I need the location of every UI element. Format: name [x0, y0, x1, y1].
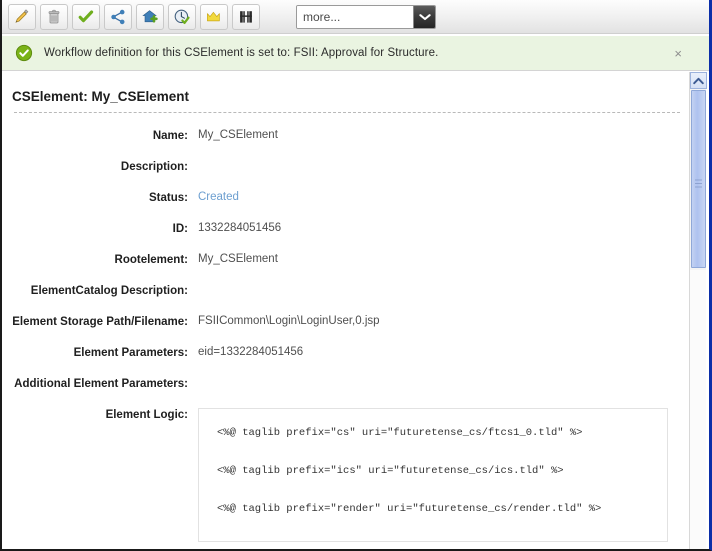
status-link[interactable]: Created [198, 191, 239, 203]
more-dropdown-value[interactable]: more... [297, 6, 413, 28]
schedule-publish-button[interactable] [168, 3, 196, 30]
code-line: <%@ taglib prefix="render" uri="futurete… [217, 503, 602, 515]
close-icon[interactable]: × [674, 47, 682, 61]
code-line: <%@ taglib prefix="cs" uri="futuretense_… [217, 427, 583, 439]
promote-button[interactable] [200, 3, 228, 30]
promote-icon [205, 8, 223, 26]
share-icon [109, 8, 127, 26]
field-row-rootelement: Rootelement: My_CSElement [2, 253, 692, 266]
field-row-element-parameters: Element Parameters: eid=1332284051456 [2, 346, 692, 359]
field-label: Status: [149, 192, 188, 204]
success-check-icon [15, 44, 33, 62]
content-panel: CSElement: My_CSElement Name: My_CSEleme… [2, 72, 692, 549]
field-label: Description: [120, 161, 188, 173]
delete-button[interactable] [40, 3, 68, 30]
element-logic-code-box[interactable]: <%@ taglib prefix="cs" uri="futuretense_… [198, 408, 668, 542]
field-row-description: Description: [2, 160, 692, 173]
edit-icon [13, 8, 31, 26]
more-dropdown[interactable]: more... [296, 5, 436, 29]
field-list: Name: My_CSElement Description: Status: … [2, 113, 692, 542]
scroll-up-icon[interactable] [690, 72, 707, 89]
application-window: more... Workflow definition for this CSE… [0, 0, 712, 551]
scroll-track[interactable] [690, 270, 706, 549]
field-row-additional-element-parameters: Additional Element Parameters: [2, 377, 692, 390]
chevron-down-icon[interactable] [413, 6, 435, 28]
field-label: Element Logic: [105, 409, 188, 421]
field-label: Element Storage Path/Filename: [12, 316, 188, 328]
field-label: Additional Element Parameters: [14, 378, 188, 390]
share-button[interactable] [104, 3, 132, 30]
edit-button[interactable] [8, 3, 36, 30]
toolbar: more... [2, 0, 709, 34]
scroll-thumb[interactable] [691, 90, 706, 268]
field-row-name: Name: My_CSElement [2, 129, 692, 142]
field-label: Name: [152, 130, 188, 142]
scroll-grip-icon [695, 175, 702, 187]
code-line: <%@ taglib prefix="ics" uri="futuretense… [217, 465, 564, 477]
field-value: My_CSElement [198, 253, 278, 265]
field-label: Rootelement: [114, 254, 188, 266]
field-value: eid=1332284051456 [198, 346, 304, 358]
add-to-site-icon [141, 8, 159, 26]
field-row-element-storage-path: Element Storage Path/Filename: FSIICommo… [2, 315, 692, 328]
field-row-status: Status: Created [2, 191, 692, 204]
field-row-elementcatalog-description: ElementCatalog Description: [2, 284, 692, 297]
vertical-scrollbar[interactable] [689, 72, 707, 549]
field-row-element-logic: Element Logic: <%@ taglib prefix="cs" ur… [2, 408, 692, 542]
field-value: FSIICommon\Login\LoginUser,0.jsp [198, 315, 380, 327]
preview-icon [237, 8, 255, 26]
field-value: 1332284051456 [198, 222, 282, 234]
notification-message: Workflow definition for this CSElement i… [44, 47, 439, 59]
add-to-site-button[interactable] [136, 3, 164, 30]
delete-icon [45, 8, 63, 26]
approve-icon [77, 8, 95, 26]
page-title: CSElement: My_CSElement [12, 89, 190, 104]
notification-bar: Workflow definition for this CSElement i… [2, 35, 709, 71]
field-label: ID: [172, 223, 188, 235]
preview-button[interactable] [232, 3, 260, 30]
approve-button[interactable] [72, 3, 100, 30]
field-label: ElementCatalog Description: [30, 285, 188, 297]
schedule-publish-icon [173, 8, 191, 26]
field-value: My_CSElement [198, 129, 278, 141]
field-label: Element Parameters: [73, 347, 188, 359]
field-row-id: ID: 1332284051456 [2, 222, 692, 235]
